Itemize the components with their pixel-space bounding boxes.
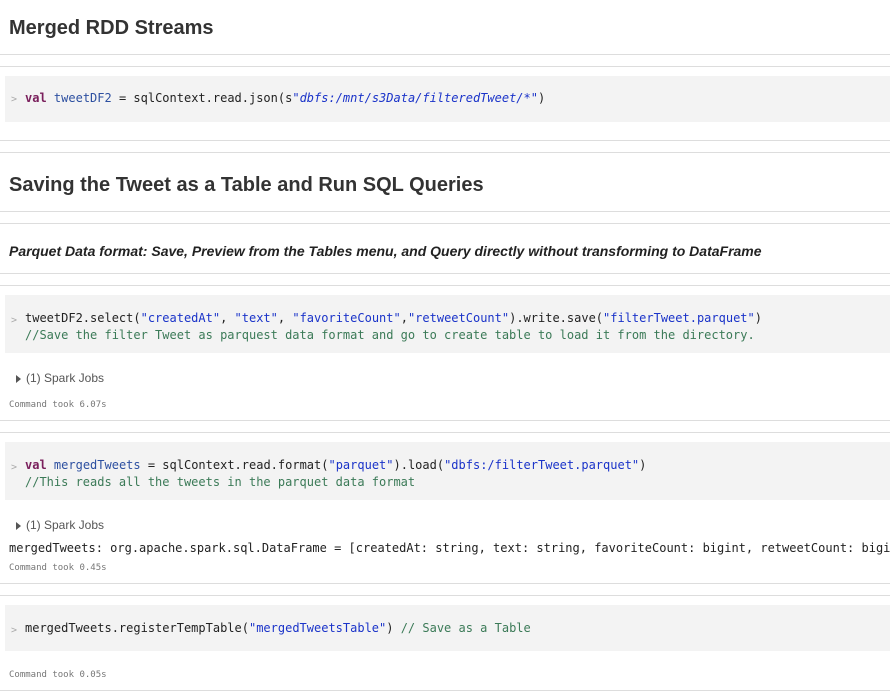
code-line: mergedTweets.registerTempTable("mergedTw…: [25, 621, 531, 635]
code-comment: //Save the filter Tweet as parquest data…: [25, 328, 755, 342]
code-cell-register-table[interactable]: > mergedTweets.registerTempTable("merged…: [5, 605, 890, 651]
cell-divider: [0, 66, 890, 67]
code-line: tweetDF2.select("createdAt", "text", "fa…: [25, 311, 762, 325]
section-heading-merged: Merged RDD Streams: [9, 17, 214, 39]
caret-right-icon: [16, 521, 21, 530]
cell-divider: [0, 140, 890, 141]
spark-jobs-label: (1) Spark Jobs: [26, 371, 105, 385]
parquet-subheading: Parquet Data format: Save, Preview from …: [9, 243, 762, 259]
cell-prompt-icon: >: [11, 315, 18, 326]
section-heading-saving: Saving the Tweet as a Table and Run SQL …: [9, 174, 484, 196]
command-time: Command took 0.05s: [9, 670, 107, 680]
code-cell-read-json[interactable]: > val tweetDF2 = sqlContext.read.json(s"…: [5, 76, 890, 122]
cell-prompt-icon: >: [11, 94, 18, 105]
cell-divider: [0, 54, 890, 55]
cell-divider: [0, 583, 890, 584]
cell-divider: [0, 432, 890, 433]
cell-prompt-icon: >: [11, 625, 18, 636]
cell-divider: [0, 690, 890, 691]
code-cell-write-parquet[interactable]: > tweetDF2.select("createdAt", "text", "…: [5, 295, 890, 353]
cell-output: mergedTweets: org.apache.spark.sql.DataF…: [9, 541, 890, 555]
code-cell-read-parquet[interactable]: > val mergedTweets = sqlContext.read.for…: [5, 442, 890, 500]
command-time: Command took 6.07s: [9, 400, 107, 410]
code-line: val mergedTweets = sqlContext.read.forma…: [25, 458, 647, 472]
code-line: val tweetDF2 = sqlContext.read.json(s"db…: [25, 91, 546, 105]
cell-divider: [0, 285, 890, 286]
caret-right-icon: [16, 374, 21, 383]
code-comment: //This reads all the tweets in the parqu…: [25, 475, 416, 489]
spark-jobs-toggle[interactable]: (1) Spark Jobs: [16, 518, 104, 532]
spark-jobs-toggle[interactable]: (1) Spark Jobs: [16, 371, 104, 385]
cell-divider: [0, 223, 890, 224]
cell-divider: [0, 152, 890, 153]
cell-prompt-icon: >: [11, 462, 18, 473]
command-time: Command took 0.45s: [9, 563, 107, 573]
cell-divider: [0, 273, 890, 274]
spark-jobs-label: (1) Spark Jobs: [26, 518, 105, 532]
cell-divider: [0, 211, 890, 212]
cell-divider: [0, 420, 890, 421]
cell-divider: [0, 595, 890, 596]
